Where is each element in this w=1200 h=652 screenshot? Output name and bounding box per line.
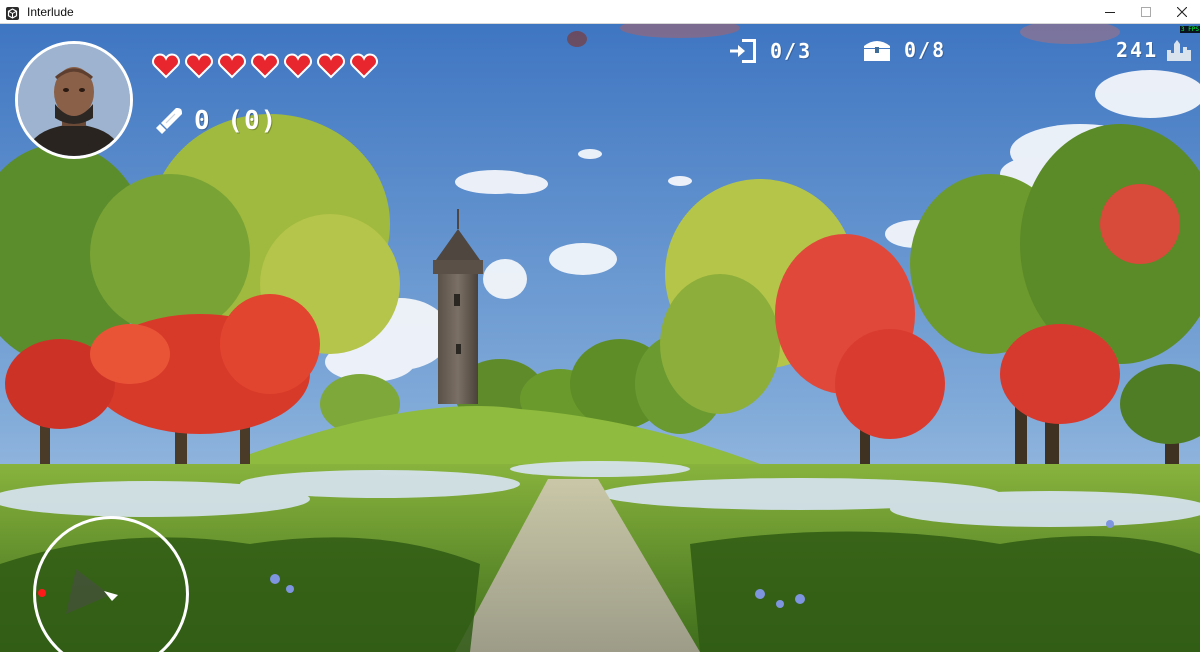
minimap xyxy=(33,516,189,652)
score-counter: 241 xyxy=(1116,38,1192,62)
title-bar: Interlude xyxy=(0,0,1200,24)
bullet-icon xyxy=(156,108,182,134)
minimize-icon xyxy=(1105,12,1115,13)
maximize-icon xyxy=(1141,7,1151,17)
heart-icon xyxy=(284,53,312,79)
close-icon xyxy=(1177,7,1187,17)
fps-counter: 3 FPS xyxy=(1179,26,1200,33)
player-portrait xyxy=(15,41,133,159)
ammo-text: 0 (0) xyxy=(194,106,278,136)
exits-counter: 0/3 xyxy=(728,38,812,64)
castle-icon xyxy=(1167,40,1192,61)
chests-counter: 0/8 xyxy=(862,38,946,62)
exits-text: 0/3 xyxy=(770,39,813,63)
ammo-counter: 0 (0) xyxy=(154,106,277,136)
game-viewport[interactable]: 0 (0) 0/3 0/8 241 3 FPS xyxy=(0,24,1200,652)
heart-icon xyxy=(185,53,213,79)
heart-icon xyxy=(251,53,279,79)
window-title: Interlude xyxy=(27,4,74,19)
heart-icon xyxy=(317,53,345,79)
heart-icon xyxy=(152,53,180,79)
maximize-button[interactable] xyxy=(1128,0,1164,24)
unity-icon xyxy=(6,5,19,20)
score-text: 241 xyxy=(1116,38,1159,62)
close-button[interactable] xyxy=(1164,0,1200,24)
red-dot-icon xyxy=(38,589,46,597)
heart-icon xyxy=(350,53,378,79)
heart-icon xyxy=(218,53,246,79)
exit-door-icon xyxy=(730,39,756,63)
minimize-button[interactable] xyxy=(1092,0,1128,24)
health-hearts xyxy=(152,53,378,79)
chests-text: 0/8 xyxy=(904,38,947,62)
treasure-chest-icon xyxy=(864,41,890,61)
